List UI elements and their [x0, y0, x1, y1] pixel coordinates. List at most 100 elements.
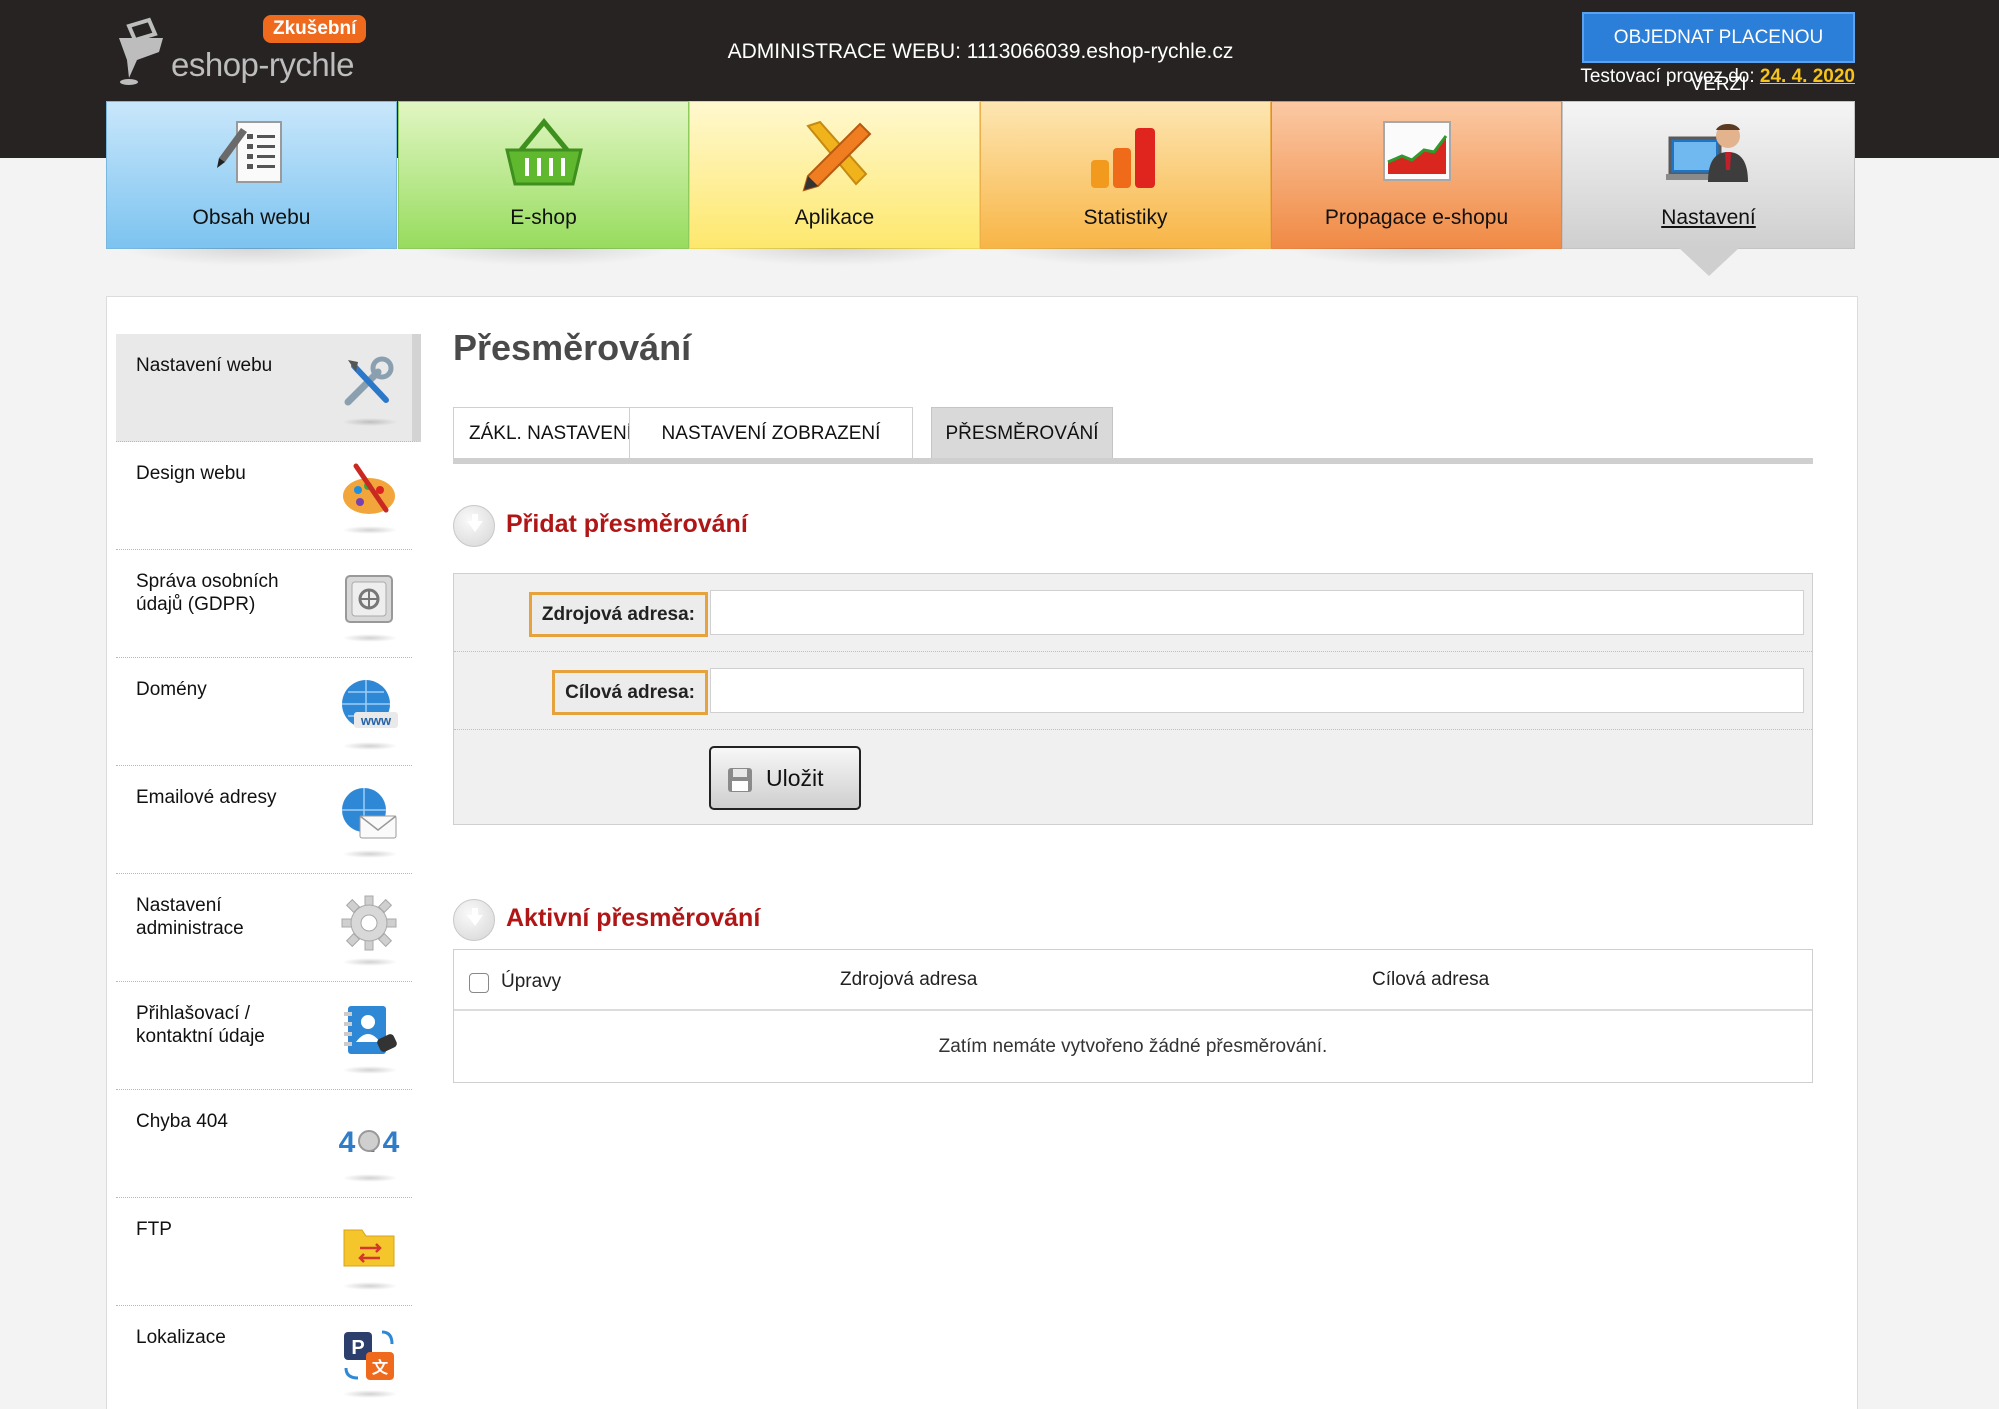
email-globe-icon: [342, 788, 397, 839]
nav-label: Obsah webu: [192, 206, 311, 229]
arrow-down-circle-icon: [453, 899, 495, 941]
icon-shadow: [342, 526, 398, 534]
document-pen-icon: [216, 121, 282, 183]
contacts-icon: [344, 1006, 397, 1054]
nav-tile-content[interactable]: Obsah webu: [106, 101, 397, 266]
nav-tile-eshop[interactable]: E-shop: [398, 101, 689, 266]
safe-icon: [345, 575, 393, 623]
svg-text:4: 4: [383, 1126, 400, 1159]
admin-user-icon: [1665, 123, 1748, 182]
source-address-input[interactable]: [710, 590, 1804, 635]
gear-icon: [341, 895, 397, 951]
nav-tile-apps[interactable]: Aplikace: [689, 101, 980, 266]
tile-shadow: [1287, 248, 1546, 266]
svg-text:4: 4: [339, 1126, 356, 1159]
icon-shadow: [342, 1066, 398, 1074]
order-paid-version-button[interactable]: OBJEDNAT PLACENOU VERZI: [1582, 12, 1855, 95]
svg-text:P: P: [351, 1337, 364, 1359]
tile-shadow: [996, 248, 1255, 266]
sidebar-item-emails[interactable]: Emailové adresy: [116, 766, 412, 874]
sidebar-item-gdpr[interactable]: Správa osobních údajů (GDPR): [116, 550, 412, 658]
main-nav: Obsah webu E-shop Aplikace Statistiky Pr…: [106, 101, 1855, 276]
table-header: Úpravy Zdrojová adresa Cílová adresa: [454, 950, 1812, 1011]
column-edits: Úpravy: [501, 971, 562, 992]
settings-tabs: ZÁKL. NASTAVENÍ NASTAVENÍ ZOBRAZENÍ PŘES…: [453, 407, 1813, 464]
palette-icon: [343, 463, 395, 514]
sidebar-item-admin-settings[interactable]: Nastavení administrace: [116, 874, 412, 982]
redirects-table: Úpravy Zdrojová adresa Cílová adresa Zat…: [453, 949, 1813, 1083]
nav-label: Statistiky: [1083, 206, 1168, 229]
basket-icon: [504, 118, 583, 186]
icon-shadow: [342, 958, 398, 966]
icon-shadow: [342, 1174, 398, 1182]
trial-info: Testovací provoz do: 24. 4. 2020: [1580, 66, 1855, 88]
tab-display-settings[interactable]: NASTAVENÍ ZOBRAZENÍ: [629, 407, 913, 458]
svg-text:文: 文: [372, 1358, 389, 1377]
tab-basic-settings[interactable]: ZÁKL. NASTAVENÍ: [453, 407, 648, 458]
pencil-ruler-icon: [802, 120, 871, 192]
bar-chart-icon: [1090, 128, 1155, 188]
tab-redirects[interactable]: PŘESMĚROVÁNÍ: [931, 407, 1113, 458]
nav-label: E-shop: [510, 206, 577, 229]
sidebar-item-label: Přihlašovací / kontaktní údaje: [136, 1003, 265, 1047]
icon-shadow: [342, 634, 398, 642]
growth-chart-icon: [1382, 121, 1451, 181]
tile-shadow: [414, 248, 673, 266]
nav-label: Aplikace: [794, 206, 875, 229]
svg-text:www: www: [360, 713, 392, 728]
column-target-address[interactable]: Cílová adresa: [1372, 969, 1489, 991]
target-address-input[interactable]: [710, 668, 1804, 713]
active-tab-pointer: [1678, 248, 1739, 276]
icon-shadow: [342, 742, 398, 750]
source-address-row: Zdrojová adresa:: [454, 574, 1812, 652]
select-all-checkbox[interactable]: [469, 973, 489, 993]
sidebar-item-label: Správa osobních údajů (GDPR): [136, 571, 279, 615]
sidebar-item-label: Chyba 404: [136, 1111, 228, 1132]
sidebar-item-label: Nastavení webu: [136, 355, 273, 376]
tile-shadow: [122, 248, 381, 266]
sidebar-item-label: Design webu: [136, 463, 246, 484]
add-redirect-form: Zdrojová adresa: Cílová adresa: Uložit: [453, 573, 1813, 825]
nav-tile-promotion[interactable]: Propagace e-shopu: [1271, 101, 1562, 266]
trial-date-link[interactable]: 24. 4. 2020: [1760, 66, 1855, 87]
nav-label: Nastavení: [1661, 206, 1756, 229]
sidebar-item-label: Lokalizace: [136, 1327, 226, 1348]
sidebar-item-label: Domény: [136, 679, 207, 700]
icon-shadow: [342, 418, 398, 426]
sidebar-item-error-404[interactable]: Chyba 404 4 4 4: [116, 1090, 412, 1198]
sidebar-item-login-contacts[interactable]: Přihlašovací / kontaktní údaje: [116, 982, 412, 1090]
nav-tile-settings[interactable]: Nastavení: [1562, 101, 1855, 276]
www-globe-icon: www: [342, 680, 398, 728]
icon-shadow: [342, 850, 398, 858]
add-redirect-title: Přidat přesměrování: [506, 510, 748, 538]
sidebar-item-label: Nastavení administrace: [136, 895, 244, 939]
tools-icon: [344, 356, 394, 406]
sidebar-item-label: FTP: [136, 1219, 172, 1240]
save-button[interactable]: Uložit: [709, 746, 861, 810]
page-title: Přesměrování: [453, 327, 692, 368]
target-address-row: Cílová adresa:: [454, 652, 1812, 730]
target-address-label: Cílová adresa:: [552, 670, 708, 715]
sidebar-item-label: Emailové adresy: [136, 787, 277, 808]
empty-table-message: Zatím nemáte vytvořeno žádné přesměrován…: [938, 1036, 1328, 1057]
arrow-down-circle-icon: [453, 505, 495, 547]
source-address-label: Zdrojová adresa:: [528, 592, 708, 637]
column-source-address[interactable]: Zdrojová adresa: [840, 969, 977, 991]
sidebar-item-design[interactable]: Design webu: [116, 442, 412, 550]
sidebar-item-domains[interactable]: Domény www: [116, 658, 412, 766]
sidebar-item-localization[interactable]: Lokalizace P 文: [116, 1306, 412, 1409]
tile-shadow: [705, 248, 964, 266]
content-panel: Nastavení webu Design webu Správa osobní…: [106, 296, 1858, 1409]
nav-tile-stats[interactable]: Statistiky: [980, 101, 1271, 266]
sidebar: Nastavení webu Design webu Správa osobní…: [116, 334, 427, 1409]
active-redirects-title: Aktivní přesměrování: [506, 904, 761, 932]
sidebar-item-web-settings[interactable]: Nastavení webu: [116, 334, 421, 442]
trial-label: Testovací provoz do:: [1580, 66, 1755, 87]
nav-label: Propagace e-shopu: [1324, 206, 1509, 229]
icon-shadow: [342, 1282, 398, 1290]
ftp-folder-icon: [343, 1229, 395, 1267]
floppy-disk-icon: [728, 768, 752, 792]
error-404-icon: 4 4 4: [339, 1126, 400, 1159]
sidebar-item-ftp[interactable]: FTP: [116, 1198, 412, 1306]
localization-icon: P 文: [344, 1330, 394, 1380]
